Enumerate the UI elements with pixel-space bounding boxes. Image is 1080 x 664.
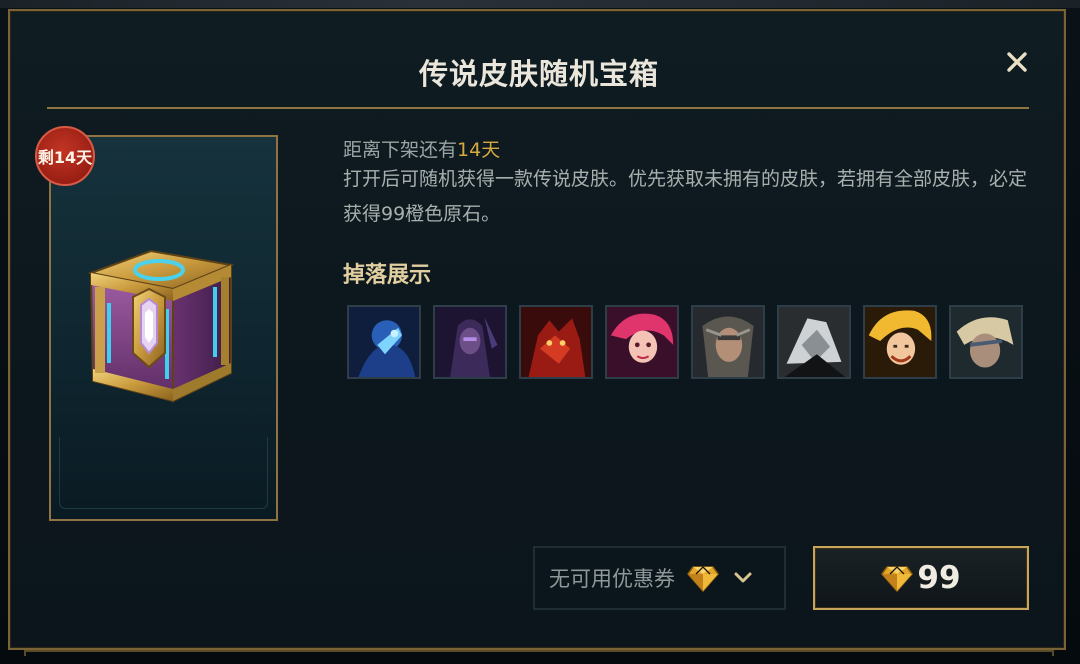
dialog-shadow-edge xyxy=(24,650,1054,656)
skin-portrait-icon xyxy=(951,307,1021,377)
coupon-select[interactable]: 无可用优惠券 xyxy=(533,546,786,610)
chest-image xyxy=(87,249,235,403)
gem-icon xyxy=(687,566,719,593)
preview-pedestal xyxy=(59,437,268,509)
drop-item[interactable] xyxy=(863,305,937,379)
chevron-down-icon xyxy=(734,572,752,583)
coupon-label: 无可用优惠券 xyxy=(549,567,675,591)
drops-title: 掉落展示 xyxy=(343,263,432,288)
chest-preview xyxy=(49,135,278,521)
drop-item[interactable] xyxy=(949,305,1023,379)
drop-item[interactable] xyxy=(605,305,679,379)
background-strip xyxy=(0,0,1080,8)
drop-item[interactable] xyxy=(433,305,507,379)
skin-portrait-icon xyxy=(607,307,677,377)
skin-portrait-icon xyxy=(693,307,763,377)
remaining-days-badge: 剩14天 xyxy=(35,126,95,186)
gem-icon xyxy=(881,566,914,593)
drop-list xyxy=(347,304,1027,380)
drop-item[interactable] xyxy=(347,305,421,379)
title-divider xyxy=(47,107,1029,109)
skin-portrait-icon xyxy=(435,307,505,377)
drop-item[interactable] xyxy=(691,305,765,379)
close-icon xyxy=(1007,52,1027,72)
dialog-title: 传说皮肤随机宝箱 xyxy=(418,57,659,91)
skin-portrait-icon xyxy=(521,307,591,377)
remaining-prefix: 距离下架还有 xyxy=(343,139,458,161)
chest-description: 打开后可随机获得一款传说皮肤。优先获取未拥有的皮肤，若拥有全部皮肤，必定获得99… xyxy=(343,168,1028,225)
price-label: 99 xyxy=(917,560,961,596)
skin-portrait-icon xyxy=(865,307,935,377)
skin-portrait-icon xyxy=(779,307,849,377)
drop-item[interactable] xyxy=(519,305,593,379)
buy-button[interactable]: 99 xyxy=(813,546,1029,610)
drop-item[interactable] xyxy=(777,305,851,379)
remaining-days: 14天 xyxy=(457,139,501,161)
chest-dialog: 传说皮肤随机宝箱 距离下架还有14天 打开后可随机获得一款传说皮肤。优先获取未拥… xyxy=(8,9,1066,650)
close-button[interactable] xyxy=(1000,45,1034,79)
skin-portrait-icon xyxy=(349,307,419,377)
remaining-time: 距离下架还有14天 xyxy=(343,135,500,162)
